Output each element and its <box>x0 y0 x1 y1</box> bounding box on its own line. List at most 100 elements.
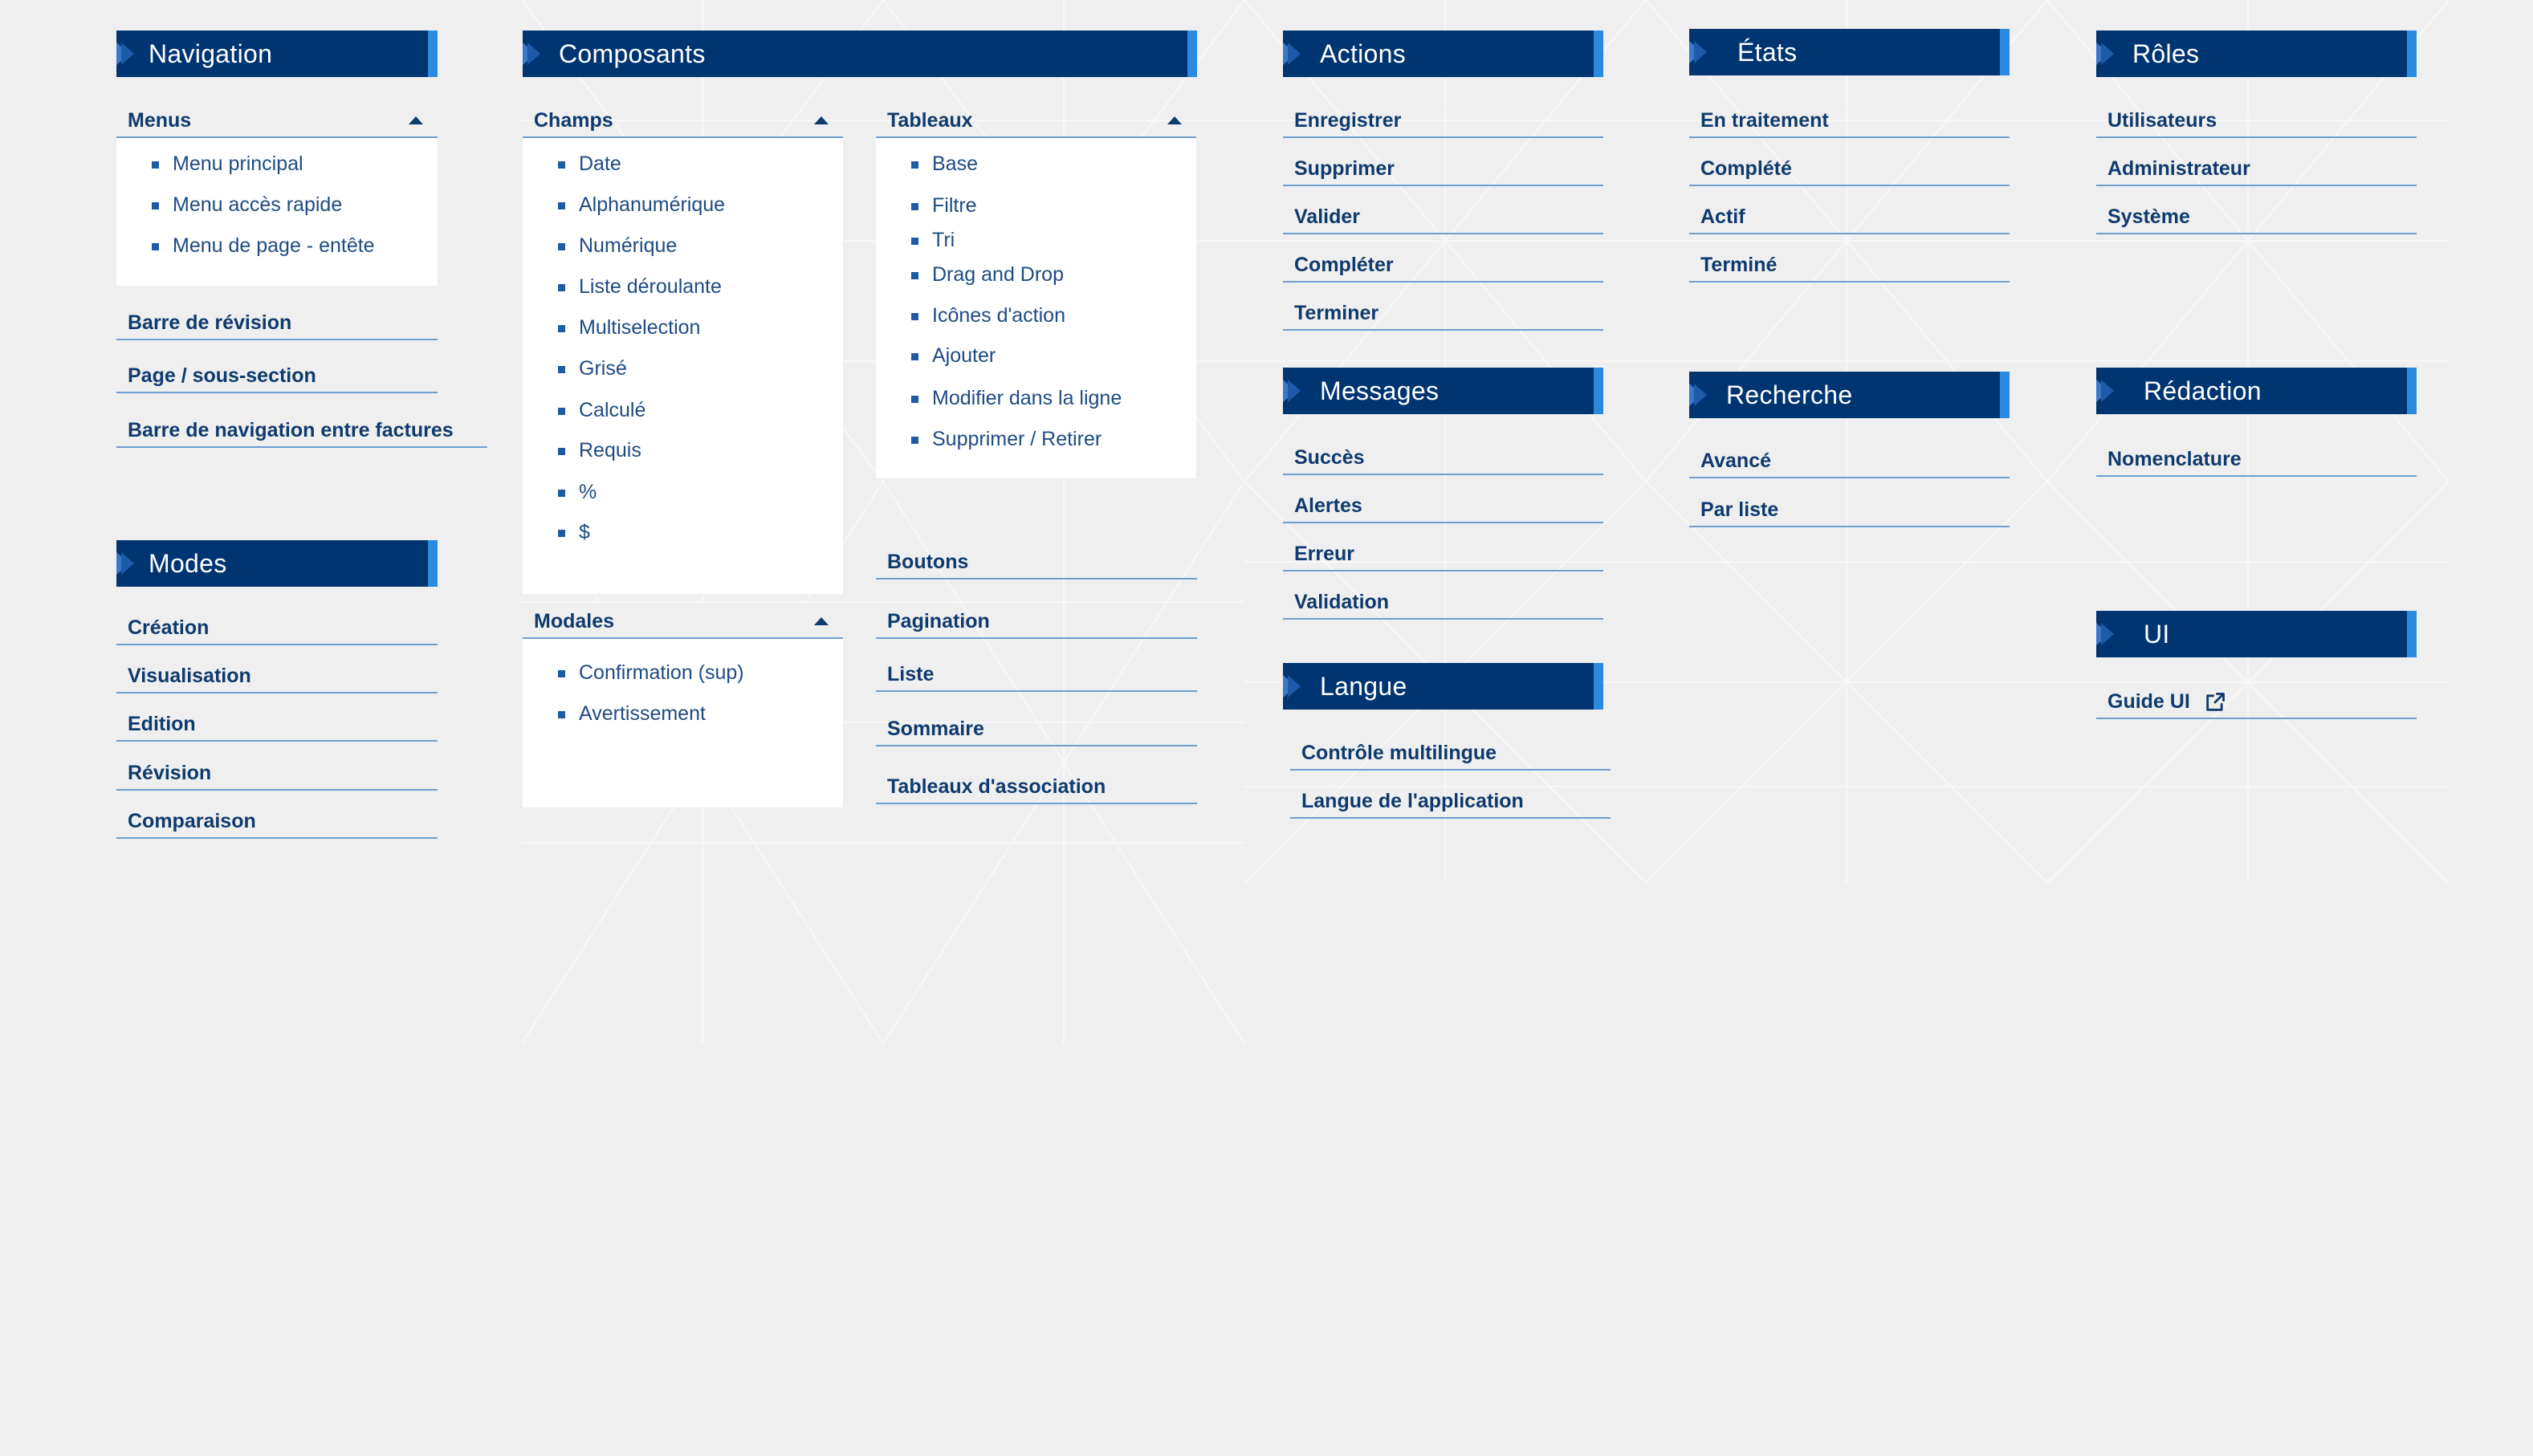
link-terminer[interactable]: Terminer <box>1283 295 1603 331</box>
list-item[interactable]: Requis <box>558 439 641 462</box>
champs-panel: Date Alphanumérique Numérique Liste déro… <box>523 138 843 594</box>
link-page-sous-section[interactable]: Page / sous-section <box>116 358 438 393</box>
section-title: Actions <box>1320 39 1407 68</box>
link-barre-revision[interactable]: Barre de révision <box>116 305 438 340</box>
list-item[interactable]: Calculé <box>558 399 645 422</box>
list-item[interactable]: Grisé <box>558 357 627 380</box>
bullet-icon <box>911 238 918 245</box>
link-enregistrer[interactable]: Enregistrer <box>1283 103 1603 138</box>
link-nomenclature[interactable]: Nomenclature <box>2096 441 2417 477</box>
list-item[interactable]: Modifier dans la ligne <box>911 387 1122 410</box>
bullet-icon <box>558 366 565 373</box>
bullet-icon <box>558 284 565 291</box>
link-systeme[interactable]: Système <box>2096 199 2417 234</box>
modales-panel: Confirmation (sup) Avertissement <box>523 639 843 807</box>
link-termine[interactable]: Terminé <box>1689 247 2010 283</box>
section-header-actions: Actions <box>1283 31 1603 77</box>
bullet-icon <box>911 396 918 403</box>
section-title: Composants <box>559 39 706 68</box>
link-tableaux-association[interactable]: Tableaux d'association <box>876 769 1197 804</box>
caret-up-icon[interactable] <box>409 116 423 124</box>
list-item[interactable]: Drag and Drop <box>911 263 1064 287</box>
bullet-icon <box>558 161 565 169</box>
list-item[interactable]: Liste déroulante <box>558 275 722 299</box>
list-item[interactable]: Menu accès rapide <box>152 193 342 217</box>
link-guide-ui[interactable]: Guide UI <box>2096 684 2417 719</box>
section-title: Rédaction <box>2144 376 2262 405</box>
external-link-icon <box>2206 693 2225 712</box>
list-item[interactable]: Supprimer / Retirer <box>911 428 1102 451</box>
link-barre-navigation-factures[interactable]: Barre de navigation entre factures <box>116 413 487 448</box>
link-revision[interactable]: Révision <box>116 755 438 791</box>
section-header-modes: Modes <box>116 540 438 587</box>
link-utilisateurs[interactable]: Utilisateurs <box>2096 103 2417 138</box>
list-item[interactable]: Menu de page - entête <box>152 234 375 258</box>
section-title: Recherche <box>1726 380 1853 409</box>
section-header-messages: Messages <box>1283 368 1603 414</box>
section-title: Langue <box>1320 672 1407 701</box>
section-header-redaction: Rédaction <box>2096 368 2417 414</box>
bullet-icon <box>558 490 565 497</box>
link-completer[interactable]: Compléter <box>1283 247 1603 283</box>
link-creation[interactable]: Création <box>116 610 438 645</box>
list-item[interactable]: Avertissement <box>558 702 706 726</box>
link-par-liste[interactable]: Par liste <box>1689 492 2010 527</box>
link-succes[interactable]: Succès <box>1283 440 1603 475</box>
link-sommaire[interactable]: Sommaire <box>876 711 1197 746</box>
link-edition[interactable]: Edition <box>116 706 438 742</box>
link-validation[interactable]: Validation <box>1283 584 1603 620</box>
submenu-header-menus[interactable]: Menus <box>116 103 438 138</box>
submenu-header-champs[interactable]: Champs <box>523 103 843 138</box>
list-item[interactable]: % <box>558 481 597 504</box>
link-comparaison[interactable]: Comparaison <box>116 803 438 839</box>
bullet-icon <box>152 202 159 209</box>
link-actif[interactable]: Actif <box>1689 199 2010 234</box>
list-item[interactable]: Menu principal <box>152 153 303 176</box>
link-langue-application[interactable]: Langue de l'application <box>1290 783 1611 819</box>
link-pagination[interactable]: Pagination <box>876 604 1197 639</box>
list-item[interactable]: Ajouter <box>911 344 996 368</box>
caret-up-icon[interactable] <box>814 617 829 625</box>
link-boutons[interactable]: Boutons <box>876 544 1197 580</box>
list-item[interactable]: Alphanumérique <box>558 193 725 217</box>
section-header-composants: Composants <box>523 31 1197 77</box>
link-alertes[interactable]: Alertes <box>1283 488 1603 523</box>
link-complete[interactable]: Complété <box>1689 151 2010 186</box>
link-controle-multilingue[interactable]: Contrôle multilingue <box>1290 735 1611 771</box>
caret-up-icon[interactable] <box>814 116 829 124</box>
section-title: États <box>1737 38 1798 67</box>
link-valider[interactable]: Valider <box>1283 199 1603 234</box>
caret-up-icon[interactable] <box>1167 116 1182 124</box>
bullet-icon <box>558 711 565 718</box>
bullet-icon <box>911 353 918 360</box>
section-header-roles: Rôles <box>2096 31 2417 77</box>
link-erreur[interactable]: Erreur <box>1283 536 1603 571</box>
link-avance[interactable]: Avancé <box>1689 443 2010 478</box>
section-title: Modes <box>149 549 227 578</box>
bullet-icon <box>911 313 918 320</box>
submenu-header-modales[interactable]: Modales <box>523 604 843 639</box>
bullet-icon <box>911 161 918 169</box>
section-header-ui: UI <box>2096 611 2417 657</box>
list-item[interactable]: Confirmation (sup) <box>558 661 744 685</box>
section-header-etats: États <box>1689 29 2010 75</box>
bullet-icon <box>558 202 565 209</box>
section-title: Navigation <box>149 39 273 68</box>
link-administrateur[interactable]: Administrateur <box>2096 151 2417 186</box>
list-item[interactable]: Filtre <box>911 194 977 218</box>
bullet-icon <box>911 272 918 279</box>
link-liste[interactable]: Liste <box>876 657 1197 692</box>
list-item[interactable]: Date <box>558 153 621 176</box>
link-visualisation[interactable]: Visualisation <box>116 658 438 693</box>
list-item[interactable]: Tri <box>911 229 955 252</box>
link-supprimer[interactable]: Supprimer <box>1283 151 1603 186</box>
list-item[interactable]: Numérique <box>558 234 677 258</box>
list-item[interactable]: $ <box>558 521 590 544</box>
link-en-traitement[interactable]: En traitement <box>1689 103 2010 138</box>
list-item[interactable]: Multiselection <box>558 316 700 340</box>
bullet-icon <box>911 437 918 444</box>
list-item[interactable]: Icônes d'action <box>911 304 1065 327</box>
list-item[interactable]: Base <box>911 153 978 176</box>
section-header-langue: Langue <box>1283 663 1603 710</box>
submenu-header-tableaux[interactable]: Tableaux <box>876 103 1196 138</box>
